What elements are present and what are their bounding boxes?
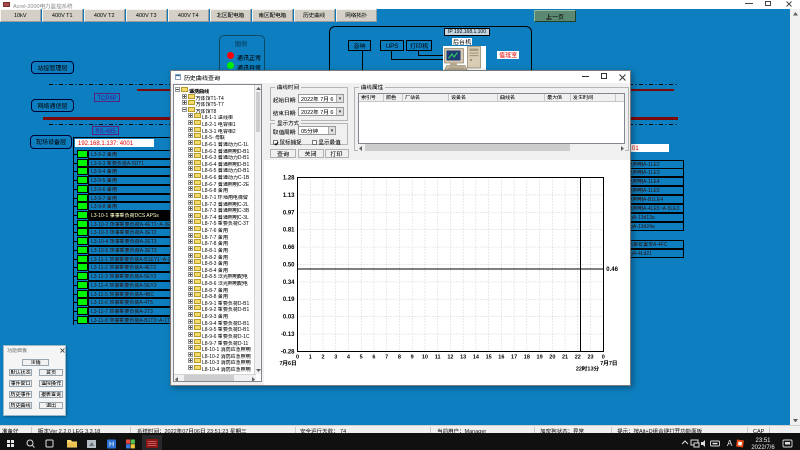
svg-text:19: 19 (537, 352, 543, 360)
svg-text:5: 5 (360, 352, 363, 360)
svg-text:23: 23 (587, 352, 593, 360)
svg-text:-0.13: -0.13 (281, 329, 295, 338)
svg-text:22: 22 (575, 352, 581, 360)
svg-text:10: 10 (422, 352, 428, 360)
svg-text:4: 4 (347, 352, 351, 360)
svg-text:18: 18 (524, 352, 530, 360)
svg-text:8: 8 (398, 352, 401, 360)
svg-text:0.50: 0.50 (283, 259, 295, 268)
svg-text:7月6日: 7月6日 (280, 359, 297, 367)
svg-text:2022/7/6: 2022/7/6 (751, 445, 775, 450)
svg-text:A: A (727, 439, 733, 448)
svg-text:14: 14 (473, 352, 480, 360)
svg-text:0.81: 0.81 (283, 225, 295, 234)
svg-text:1.28: 1.28 (283, 173, 295, 182)
svg-text:6: 6 (372, 352, 375, 360)
svg-text:1.13: 1.13 (283, 190, 295, 199)
svg-text:12: 12 (447, 352, 453, 360)
svg-text:H: H (109, 442, 114, 449)
svg-text:7: 7 (385, 352, 388, 360)
svg-text:15: 15 (486, 352, 492, 360)
svg-text:17: 17 (511, 352, 517, 360)
svg-text:11: 11 (435, 352, 441, 360)
svg-text:0.34: 0.34 (283, 277, 295, 286)
svg-text:22时13分: 22时13分 (576, 364, 600, 372)
svg-text:1: 1 (309, 352, 312, 360)
svg-text:2: 2 (321, 352, 324, 360)
svg-text:9: 9 (411, 352, 414, 360)
svg-text:16: 16 (498, 352, 504, 360)
svg-text:0.66: 0.66 (283, 242, 295, 251)
svg-text:23:51: 23:51 (755, 438, 771, 444)
svg-text:-0.28: -0.28 (281, 346, 295, 355)
svg-text:21: 21 (562, 352, 568, 360)
svg-text:0.46: 0.46 (606, 264, 618, 273)
svg-text:7月7日: 7月7日 (600, 359, 617, 367)
svg-text:0.19: 0.19 (283, 294, 295, 303)
svg-text:3: 3 (334, 352, 337, 360)
svg-text:0.97: 0.97 (283, 207, 295, 216)
svg-text:0.03: 0.03 (283, 312, 295, 321)
svg-text:20: 20 (549, 352, 555, 360)
svg-text:13: 13 (460, 352, 466, 360)
